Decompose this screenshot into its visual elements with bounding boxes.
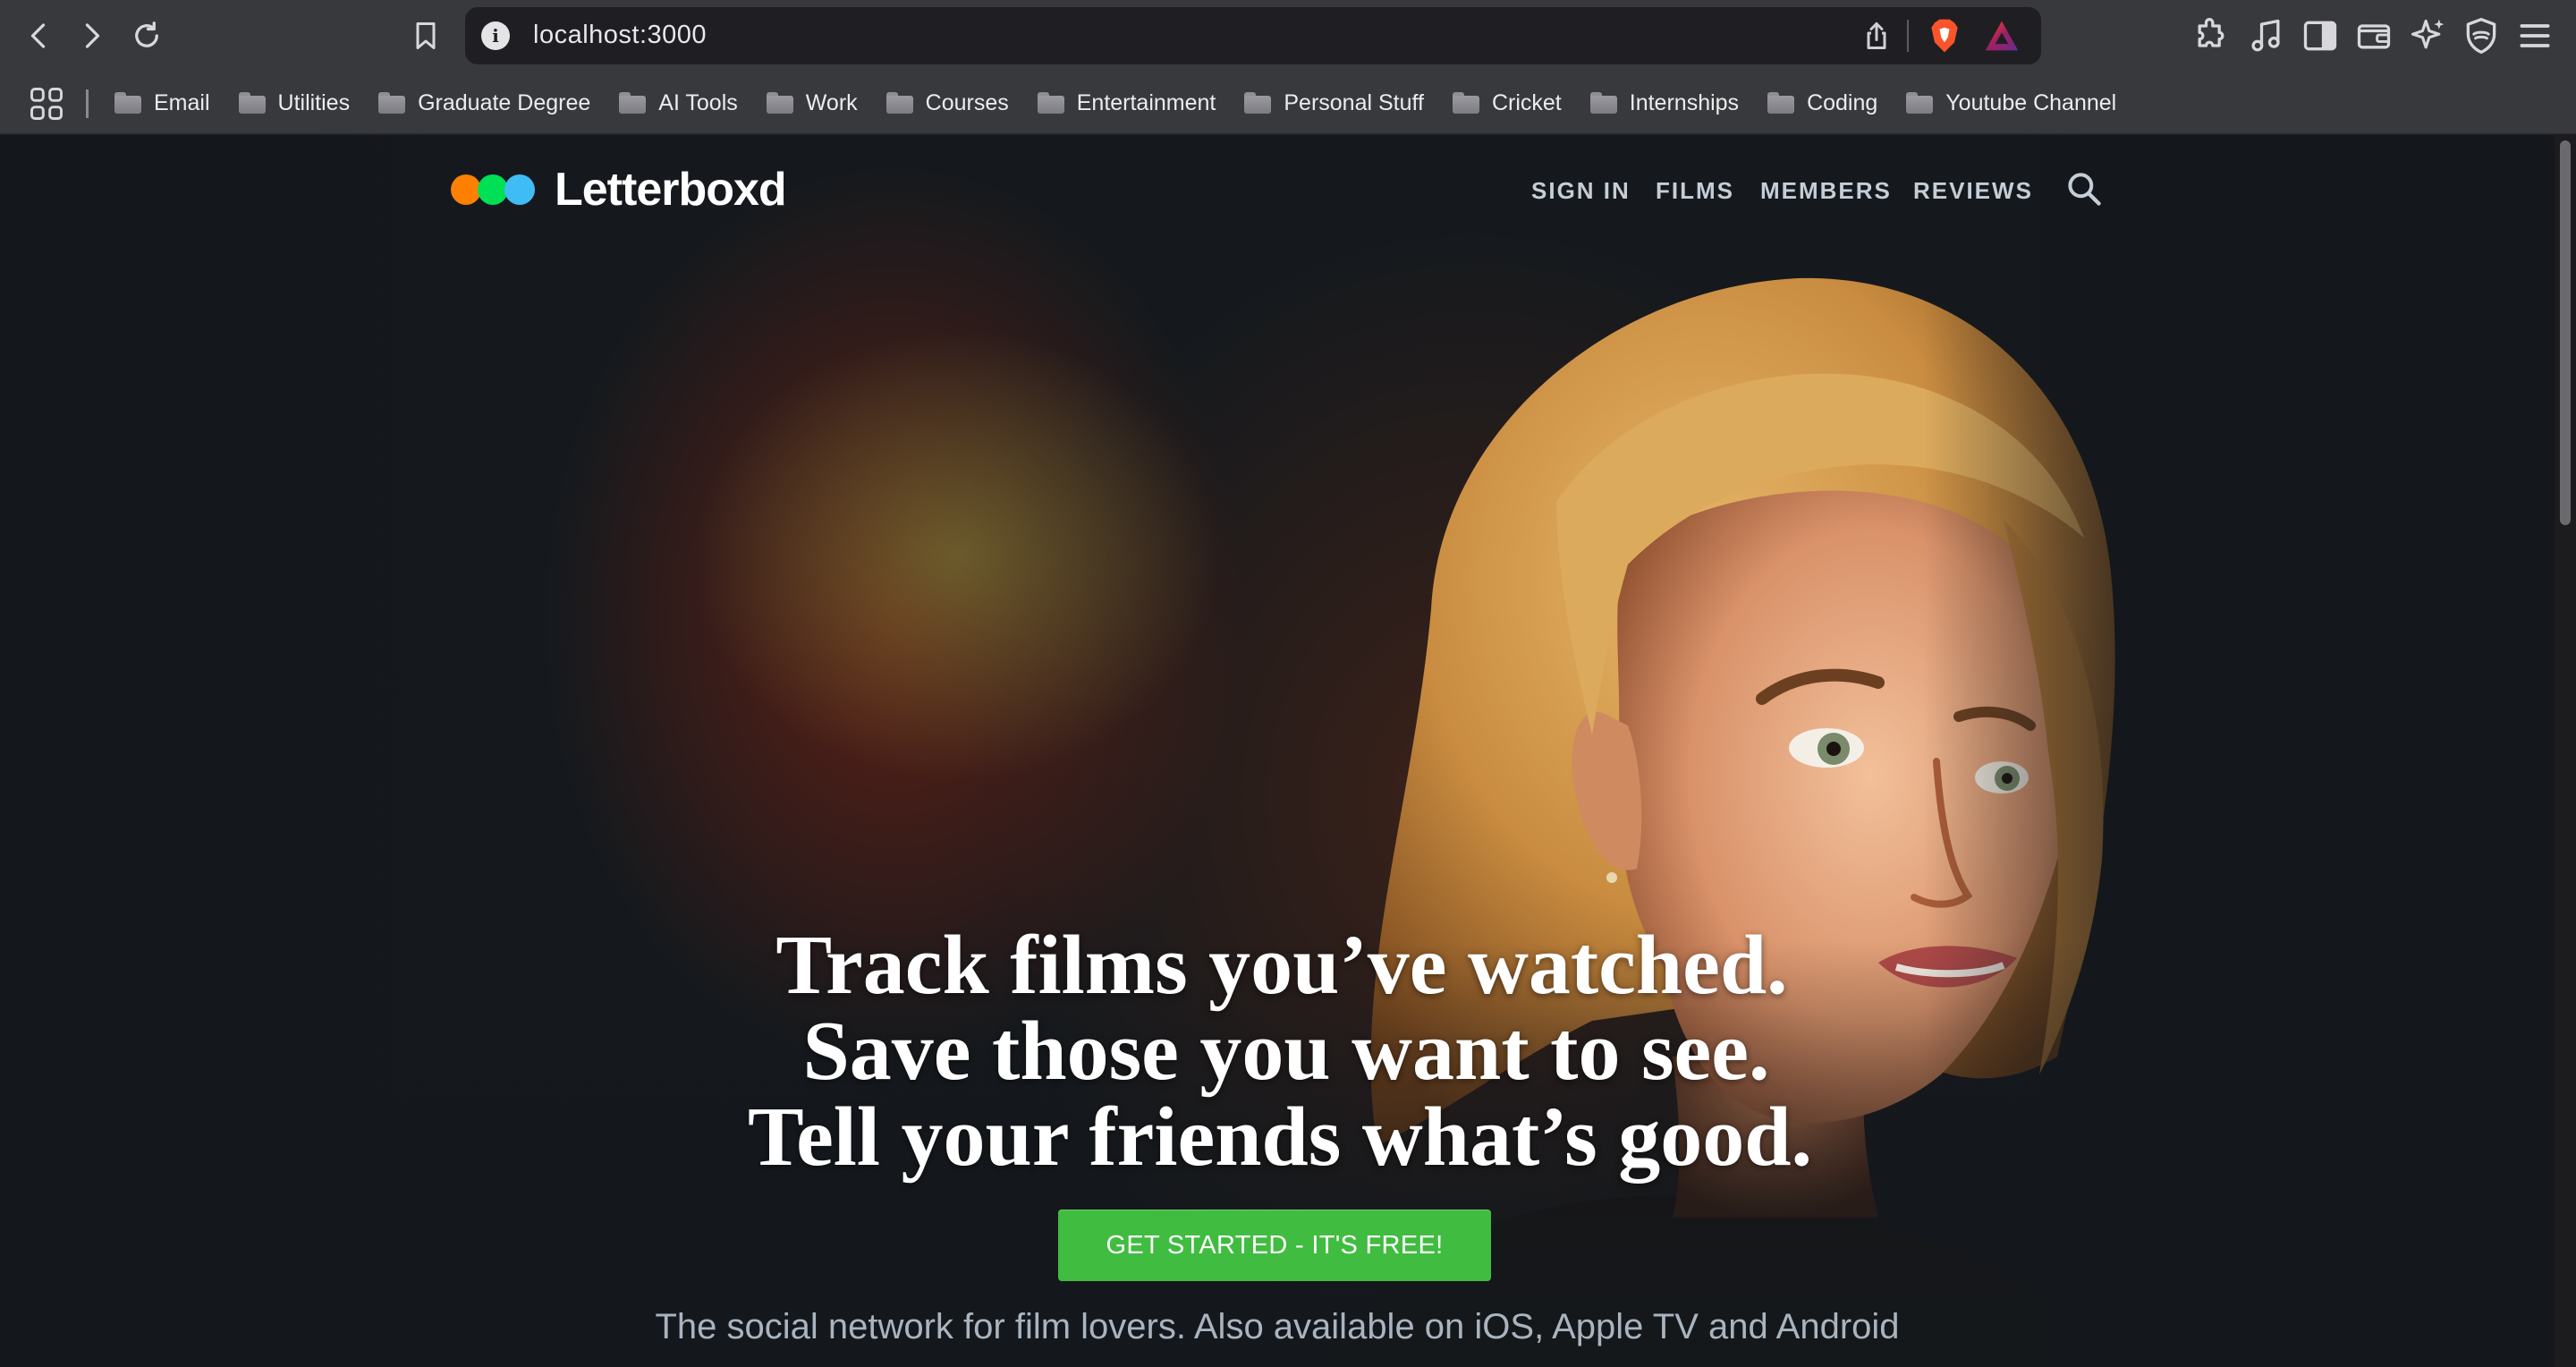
bookmark-folder-coding[interactable]: Coding: [1767, 81, 1877, 124]
bookmark-folder-work[interactable]: Work: [766, 81, 858, 124]
nav-films[interactable]: FILMS: [1656, 177, 1734, 205]
bookmark-label: Email: [154, 89, 210, 115]
extensions-button[interactable]: [2191, 16, 2231, 55]
tagline: The social network for film lovers. Also…: [655, 1307, 1900, 1346]
chevron-right-icon: [85, 23, 100, 48]
bookmark-folder-youtube-channel[interactable]: Youtube Channel: [1906, 81, 2116, 124]
media-button[interactable]: [2247, 16, 2286, 55]
bookmark-folder-cricket[interactable]: Cricket: [1452, 81, 1562, 124]
sidebar-icon: [2303, 21, 2337, 51]
sparkle-icon: [2411, 19, 2445, 49]
page-viewport: Letterboxd SIGN IN FILMS MEMBERS REVIEWS…: [0, 135, 2555, 1367]
bookmark-icon: [416, 22, 436, 49]
scrollbar[interactable]: [2555, 135, 2576, 1367]
folder-icon: [886, 92, 913, 114]
folder-icon: [1452, 92, 1479, 114]
blue-dot: [504, 174, 535, 205]
site-info-icon[interactable]: i: [481, 21, 510, 50]
bookmark-folder-email[interactable]: Email: [114, 81, 210, 124]
bookmark-label: Courses: [925, 89, 1009, 115]
hero-headline: Track films you’ve watched. Save those y…: [0, 922, 2555, 1180]
bookmark-folder-ai-tools[interactable]: AI Tools: [619, 81, 738, 124]
reload-button[interactable]: [123, 13, 170, 59]
logo-text: Letterboxd: [555, 164, 787, 216]
menu-button[interactable]: [2515, 16, 2555, 55]
bookmark-page-button[interactable]: [402, 13, 449, 59]
reload-icon: [135, 21, 158, 47]
folder-icon: [1589, 92, 1617, 114]
share-icon[interactable]: [1860, 20, 1893, 52]
folder-icon: [378, 92, 406, 114]
bookmark-label: AI Tools: [658, 89, 738, 115]
bookmark-folder-graduate-degree[interactable]: Graduate Degree: [378, 81, 590, 124]
url-text[interactable]: localhost:3000: [533, 21, 707, 50]
folder-icon: [619, 92, 647, 114]
bookmark-folder-personal-stuff[interactable]: Personal Stuff: [1244, 81, 1424, 124]
wallet-button[interactable]: [2354, 16, 2394, 55]
letterboxd-logo[interactable]: Letterboxd: [451, 162, 787, 217]
hamburger-menu-icon: [2520, 24, 2550, 47]
bookmark-folder-internships[interactable]: Internships: [1589, 81, 1740, 124]
bookmark-folder-entertainment[interactable]: Entertainment: [1037, 81, 1216, 124]
site-header: Letterboxd SIGN IN FILMS MEMBERS REVIEWS: [0, 135, 2555, 242]
bookmark-label: Graduate Degree: [418, 89, 591, 115]
folder-icon: [1037, 92, 1064, 114]
chevron-left-icon: [30, 23, 46, 48]
search-icon[interactable]: [2064, 169, 2104, 208]
puzzle-icon: [2198, 18, 2224, 47]
folder-icon: [238, 92, 266, 114]
shield-icon: [2466, 18, 2496, 54]
forward-button[interactable]: [68, 13, 114, 59]
folder-icon: [766, 92, 793, 114]
bookmark-label: Youtube Channel: [1945, 89, 2117, 115]
address-bar[interactable]: i localhost:3000: [465, 7, 2041, 64]
nav-reviews[interactable]: REVIEWS: [1913, 177, 2033, 205]
wallet-icon: [2357, 24, 2391, 49]
apps-grid-icon[interactable]: [27, 84, 66, 123]
sidebar-button[interactable]: [2301, 16, 2340, 55]
brave-shield-icon[interactable]: [1925, 16, 1964, 55]
bookmark-label: Coding: [1807, 89, 1878, 115]
green-dot: [478, 174, 508, 205]
leo-ai-button[interactable]: [2408, 16, 2447, 55]
folder-icon: [1906, 92, 1934, 114]
music-note-icon: [2251, 19, 2280, 52]
headline-line-3: Tell your friends what’s good.: [748, 1091, 1812, 1184]
nav-sign-in[interactable]: SIGN IN: [1531, 177, 1631, 205]
nav-members[interactable]: MEMBERS: [1760, 177, 1892, 205]
bookmark-label: Utilities: [277, 89, 351, 115]
address-divider: [1907, 20, 1909, 52]
bookmark-label: Internships: [1629, 89, 1740, 115]
bookmark-label: Personal Stuff: [1284, 89, 1424, 115]
bookmark-folder-courses[interactable]: Courses: [886, 81, 1009, 124]
folder-icon: [1767, 92, 1795, 114]
bookmark-label: Entertainment: [1076, 89, 1216, 115]
headline-line-2: Save those you want to see.: [802, 1005, 1770, 1098]
browser-toolbar: i localhost:3000: [0, 0, 2576, 72]
get-started-button[interactable]: GET STARTED - IT'S FREE!: [1058, 1210, 1491, 1281]
bookmarks-bar: Email Utilities Graduate Degree AI Tools…: [0, 72, 2576, 134]
headline-line-1: Track films you’ve watched.: [775, 919, 1788, 1012]
folder-icon: [1244, 92, 1272, 114]
logo-dots-icon: [451, 174, 535, 205]
vpn-button[interactable]: [2462, 16, 2501, 55]
brave-rewards-icon[interactable]: [1982, 18, 2021, 54]
orange-dot: [451, 174, 481, 205]
bookmark-label: Work: [805, 89, 858, 115]
folder-icon: [114, 92, 141, 114]
bookmarks-list: Email Utilities Graduate Degree AI Tools…: [114, 72, 2145, 134]
bookmark-label: Cricket: [1491, 89, 1562, 115]
scrollbar-thumb[interactable]: [2560, 140, 2571, 525]
bookmarks-divider: [86, 89, 89, 118]
bookmark-folder-utilities[interactable]: Utilities: [238, 81, 351, 124]
back-button[interactable]: [16, 13, 63, 59]
